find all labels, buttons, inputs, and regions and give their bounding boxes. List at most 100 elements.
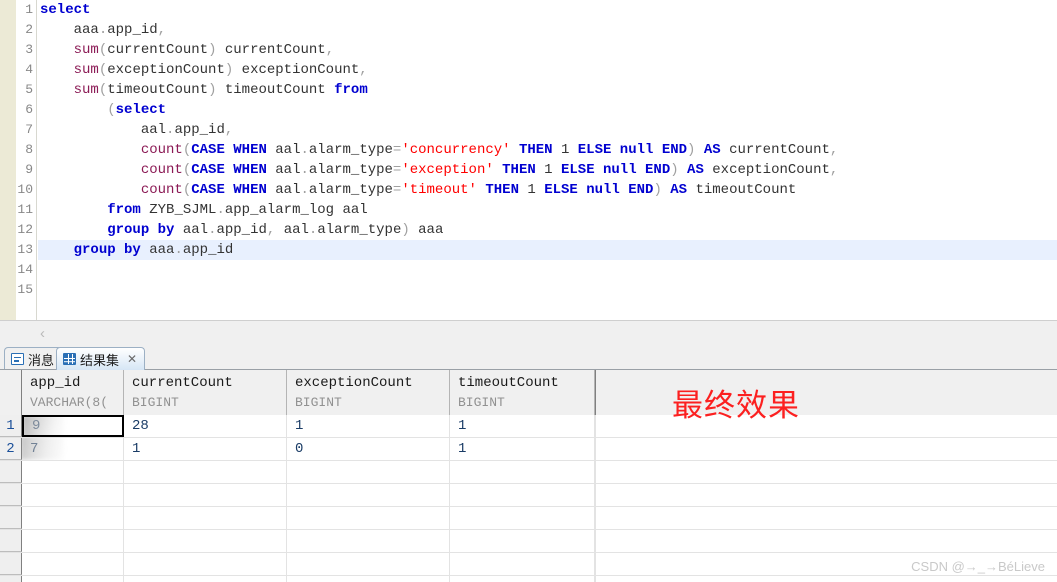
code-line[interactable]: (select — [38, 100, 1057, 120]
cell-app_id[interactable]: 7 — [22, 438, 124, 460]
cell-empty[interactable] — [22, 507, 124, 529]
row-number-empty[interactable] — [0, 553, 22, 575]
table-row-empty[interactable] — [0, 507, 1057, 530]
cell-empty[interactable] — [287, 461, 450, 483]
code-line[interactable] — [38, 260, 1057, 280]
code-line[interactable]: count(CASE WHEN aal.alarm_type='exceptio… — [38, 160, 1057, 180]
cell-empty[interactable] — [124, 461, 287, 483]
row-filler — [595, 530, 1057, 552]
column-header-app_id[interactable]: app_id VARCHAR(8( — [22, 370, 124, 415]
table-row-empty[interactable] — [0, 553, 1057, 576]
code-line[interactable]: sum(currentCount) currentCount, — [38, 40, 1057, 60]
line-number: 11 — [17, 202, 33, 217]
row-number-empty[interactable] — [0, 530, 22, 552]
message-icon — [11, 353, 24, 365]
line-number: 9 — [25, 162, 33, 177]
cell-empty[interactable] — [450, 507, 595, 529]
grid-header-filler — [595, 370, 1057, 415]
cell-empty[interactable] — [450, 576, 595, 582]
table-row-empty[interactable] — [0, 484, 1057, 507]
cell-empty[interactable] — [287, 576, 450, 582]
row-number-empty[interactable] — [0, 576, 22, 582]
cell-empty[interactable] — [22, 484, 124, 506]
row-filler — [595, 438, 1057, 460]
cell-empty[interactable] — [287, 484, 450, 506]
code-line[interactable] — [38, 280, 1057, 300]
editor-code-area[interactable]: select aaa.app_id, sum(currentCount) cur… — [38, 0, 1057, 320]
code-line[interactable]: group by aaa.app_id — [38, 240, 1057, 260]
cell-empty[interactable] — [450, 484, 595, 506]
line-number: 4 — [25, 62, 33, 77]
cell-empty[interactable] — [22, 461, 124, 483]
column-header-timeoutcount[interactable]: timeoutCount BIGINT — [450, 370, 595, 415]
code-line[interactable]: aaa.app_id, — [38, 20, 1057, 40]
redaction-blur — [24, 417, 64, 435]
editor-results-splitter[interactable]: ‹ — [0, 320, 1057, 347]
column-header-exceptioncount[interactable]: exceptionCount BIGINT — [287, 370, 450, 415]
table-row-empty[interactable] — [0, 530, 1057, 553]
result-grid-header: app_id VARCHAR(8(currentCount BIGINT except… — [0, 370, 1057, 415]
table-row-empty[interactable] — [0, 461, 1057, 484]
code-line[interactable]: count(CASE WHEN aal.alarm_type='concurre… — [38, 140, 1057, 160]
cell-timeoutcount[interactable]: 1 — [450, 438, 595, 460]
line-number: 13 — [17, 242, 33, 257]
cell-currentcount[interactable]: 1 — [124, 438, 287, 460]
code-line[interactable]: select — [38, 0, 1057, 20]
cell-exceptioncount[interactable]: 0 — [287, 438, 450, 460]
cell-empty[interactable] — [287, 507, 450, 529]
sql-editor[interactable]: 1 2 3 4 5 6 7 8 9 10 11 12 13 14 15 select aaa.app_id,… — [0, 0, 1057, 320]
column-header-type: BIGINT — [295, 395, 342, 410]
cell-empty[interactable] — [124, 576, 287, 582]
code-line[interactable]: count(CASE WHEN aal.alarm_type='timeout'… — [38, 180, 1057, 200]
cell-empty[interactable] — [450, 530, 595, 552]
line-number: 3 — [25, 42, 33, 57]
row-filler — [595, 461, 1057, 483]
cell-empty[interactable] — [124, 507, 287, 529]
cell-empty[interactable] — [287, 553, 450, 575]
row-filler — [595, 484, 1057, 506]
code-line[interactable]: sum(exceptionCount) exceptionCount, — [38, 60, 1057, 80]
row-number-empty[interactable] — [0, 461, 22, 483]
cell-exceptioncount[interactable]: 1 — [287, 415, 450, 437]
cell-currentcount[interactable]: 28 — [124, 415, 287, 437]
code-line[interactable]: group by aal.app_id, aal.alarm_type) aaa — [38, 220, 1057, 240]
cell-empty[interactable] — [22, 530, 124, 552]
cell-timeoutcount[interactable]: 1 — [450, 415, 595, 437]
column-header-name: app_id — [30, 375, 81, 391]
line-number: 2 — [25, 22, 33, 37]
column-header-currentcount[interactable]: currentCount BIGINT — [124, 370, 287, 415]
result-grid-body[interactable]: 1 9 28 1 1 2 7 1 0 1 — [0, 415, 1057, 582]
row-filler — [595, 507, 1057, 529]
line-number: 5 — [25, 82, 33, 97]
cell-empty[interactable] — [22, 553, 124, 575]
row-number-empty[interactable] — [0, 484, 22, 506]
column-header-type: BIGINT — [132, 395, 179, 410]
row-number[interactable]: 1 — [0, 415, 22, 437]
code-line[interactable]: sum(timeoutCount) timeoutCount from — [38, 80, 1057, 100]
cell-empty[interactable] — [287, 530, 450, 552]
cell-empty[interactable] — [450, 461, 595, 483]
code-line[interactable]: from ZYB_SJML.app_alarm_log aal — [38, 200, 1057, 220]
cell-empty[interactable] — [22, 576, 124, 582]
tab-resultset[interactable]: 结果集 ✕ — [56, 347, 146, 370]
chevron-left-icon[interactable]: ‹ — [40, 324, 45, 344]
redaction-blur — [22, 438, 64, 460]
column-header-name: exceptionCount — [295, 375, 413, 391]
row-number[interactable]: 2 — [0, 438, 22, 460]
tab-messages[interactable]: 消息 — [4, 347, 63, 370]
editor-marker-strip[interactable] — [0, 0, 17, 320]
code-line[interactable]: aal.app_id, — [38, 120, 1057, 140]
table-row-empty[interactable] — [0, 576, 1057, 582]
watermark: CSDN @→_→BéLieve — [911, 559, 1045, 574]
cell-empty[interactable] — [124, 484, 287, 506]
close-icon[interactable]: ✕ — [127, 353, 137, 365]
grid-corner-cell[interactable] — [0, 370, 22, 415]
cell-app_id[interactable]: 9 — [22, 415, 124, 437]
result-grid[interactable]: app_id VARCHAR(8(currentCount BIGINT except… — [0, 369, 1057, 582]
cell-empty[interactable] — [124, 530, 287, 552]
table-row[interactable]: 27101 — [0, 438, 1057, 461]
table-row[interactable]: 1 9 28 1 1 — [0, 415, 1057, 438]
cell-empty[interactable] — [450, 553, 595, 575]
row-number-empty[interactable] — [0, 507, 22, 529]
cell-empty[interactable] — [124, 553, 287, 575]
